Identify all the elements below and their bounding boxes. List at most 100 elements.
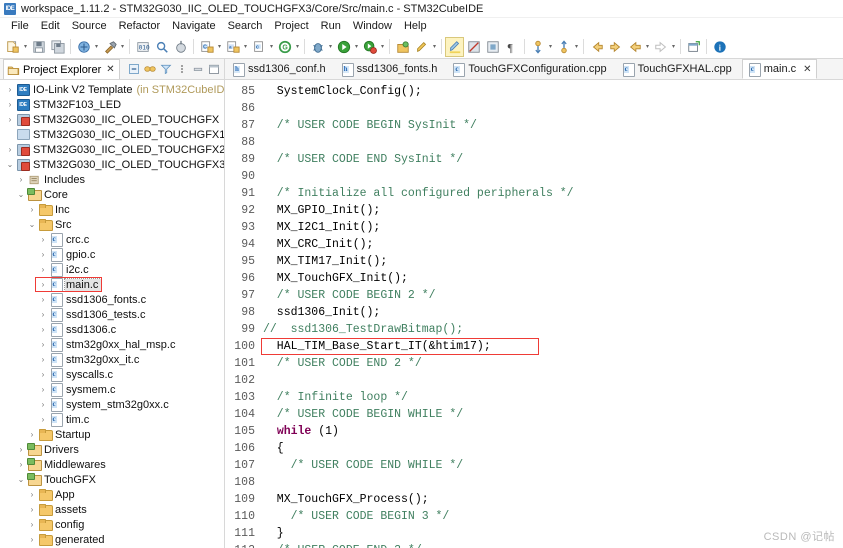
code-line[interactable]: /* USER CODE BEGIN 3 */ [259, 508, 843, 525]
tree-item-ssd1306-c[interactable]: › ssd1306.c [0, 322, 224, 337]
new-c-file-icon[interactable]: c [250, 38, 267, 56]
tree-item-app[interactable]: › App [0, 487, 224, 502]
code-line[interactable] [259, 372, 843, 389]
run-icon[interactable] [335, 38, 352, 56]
tree-item-crc-c[interactable]: › crc.c [0, 232, 224, 247]
chevron-right-icon[interactable]: › [37, 370, 49, 379]
toggle-block-icon[interactable] [484, 38, 501, 56]
filter-icon[interactable] [159, 62, 173, 76]
dropdown-arrow-icon[interactable]: ▾ [216, 38, 223, 56]
chevron-right-icon[interactable]: › [26, 430, 38, 439]
dropdown-arrow-icon[interactable]: ▾ [119, 38, 126, 56]
tree-item-ssd1306-fonts-c[interactable]: › ssd1306_fonts.c [0, 292, 224, 307]
chevron-right-icon[interactable]: › [15, 460, 27, 469]
editor-tab-main-c[interactable]: main.c ✕ [741, 59, 817, 79]
tree-item-stm32g030-iic-oled-touchgfx3[interactable]: ⌄ STM32G030_IIC_OLED_TOUCHGFX3 [0, 157, 224, 172]
chevron-right-icon[interactable]: › [37, 340, 49, 349]
dropdown-arrow-icon[interactable]: ▾ [644, 38, 651, 56]
tree-item-drivers[interactable]: › Drivers [0, 442, 224, 457]
chevron-right-icon[interactable]: › [37, 250, 49, 259]
code-line[interactable]: while (1) [259, 423, 843, 440]
project-tree[interactable]: ›IDEIO-Link V2 Template(in STM32CubeIDE)… [0, 80, 224, 548]
code-line[interactable] [259, 474, 843, 491]
tree-item-ssd1306-tests-c[interactable]: › ssd1306_tests.c [0, 307, 224, 322]
menu-source[interactable]: Source [66, 18, 113, 35]
dropdown-arrow-icon[interactable]: ▾ [242, 38, 249, 56]
code-line[interactable]: /* USER CODE BEGIN WHILE */ [259, 406, 843, 423]
skip-breakpoints-icon[interactable] [465, 38, 482, 56]
chevron-right-icon[interactable]: › [37, 235, 49, 244]
code-line[interactable] [259, 168, 843, 185]
chevron-right-icon[interactable]: › [37, 325, 49, 334]
binary-icon[interactable]: 010 [134, 38, 151, 56]
chevron-right-icon[interactable]: › [26, 520, 38, 529]
highlight-icon[interactable] [445, 36, 464, 57]
chevron-down-icon[interactable]: ⌄ [15, 190, 27, 199]
tree-item-io-link-v2-template[interactable]: ›IDEIO-Link V2 Template(in STM32CubeIDE) [0, 82, 224, 97]
code-line[interactable]: { [259, 440, 843, 457]
code-line[interactable]: /* Infinite loop */ [259, 389, 843, 406]
code-line[interactable]: /* USER CODE END 3 */ [259, 542, 843, 548]
menu-search[interactable]: Search [222, 18, 269, 35]
code-line[interactable]: MX_TIM17_Init(); [259, 253, 843, 270]
open-perspective-icon[interactable] [394, 38, 411, 56]
chevron-down-icon[interactable]: ⌄ [15, 475, 27, 484]
tree-item-middlewares[interactable]: › Middlewares [0, 457, 224, 472]
source-code[interactable]: SystemClock_Config(); /* USER CODE BEGIN… [259, 80, 843, 548]
debug-bug-icon[interactable] [309, 38, 326, 56]
tree-item-assets[interactable]: › assets [0, 502, 224, 517]
menu-file[interactable]: File [5, 18, 35, 35]
tree-item-touchgfx[interactable]: ⌄ TouchGFX [0, 472, 224, 487]
view-menu-icon[interactable] [175, 62, 189, 76]
tab-project-explorer[interactable]: Project Explorer ✕ [3, 59, 120, 79]
dropdown-arrow-icon[interactable]: ▾ [294, 38, 301, 56]
new-window-icon[interactable] [685, 38, 702, 56]
code-line[interactable] [259, 100, 843, 117]
chevron-right-icon[interactable]: › [4, 85, 16, 94]
tree-item-inc[interactable]: › Inc [0, 202, 224, 217]
dropdown-arrow-icon[interactable]: ▾ [547, 38, 554, 56]
code-line[interactable]: /* Initialize all configured peripherals… [259, 185, 843, 202]
chevron-right-icon[interactable]: › [4, 100, 16, 109]
tree-item-stm32g0xx-hal-msp-c[interactable]: › stm32g0xx_hal_msp.c [0, 337, 224, 352]
tree-item-syscalls-c[interactable]: › syscalls.c [0, 367, 224, 382]
debug-config-icon[interactable] [172, 38, 189, 56]
editor-tab-touchgfxhal-cpp[interactable]: TouchGFXHAL.cpp [617, 59, 742, 79]
code-line[interactable]: HAL_TIM_Base_Start_IT(&htim17); [259, 338, 843, 355]
dropdown-arrow-icon[interactable]: ▾ [573, 38, 580, 56]
tree-item-generated[interactable]: › generated [0, 532, 224, 547]
editor-tab-ssd1306-conf-h[interactable]: ssd1306_conf.h [227, 59, 336, 79]
tree-item-src[interactable]: ⌄ Src [0, 217, 224, 232]
chevron-right-icon[interactable]: › [15, 445, 27, 454]
chevron-right-icon[interactable]: › [37, 280, 49, 289]
menu-edit[interactable]: Edit [35, 18, 66, 35]
pilcrow-icon[interactable]: ¶ [503, 38, 520, 56]
tree-item-stm32g030-iic-oled-touchgfx2[interactable]: › STM32G030_IIC_OLED_TOUCHGFX2 [0, 142, 224, 157]
code-line[interactable] [259, 134, 843, 151]
new-file-icon[interactable] [4, 38, 21, 56]
chevron-right-icon[interactable]: › [37, 295, 49, 304]
dropdown-arrow-icon[interactable]: ▾ [353, 38, 360, 56]
dropdown-arrow-icon[interactable]: ▾ [670, 38, 677, 56]
tree-item-i2c-c[interactable]: › i2c.c [0, 262, 224, 277]
tree-item-core[interactable]: ⌄ Core [0, 187, 224, 202]
new-cpp-class-icon[interactable]: a [224, 38, 241, 56]
code-line[interactable]: } [259, 525, 843, 542]
close-icon[interactable]: ✕ [803, 64, 811, 75]
search-icon[interactable] [153, 38, 170, 56]
code-line[interactable]: MX_GPIO_Init(); [259, 202, 843, 219]
menu-project[interactable]: Project [268, 18, 314, 35]
chevron-right-icon[interactable]: › [37, 265, 49, 274]
new-g-icon[interactable]: G [276, 38, 293, 56]
tree-item-stm32g030-iic-oled-touchgfx[interactable]: › STM32G030_IIC_OLED_TOUCHGFX [0, 112, 224, 127]
dropdown-arrow-icon[interactable]: ▾ [93, 38, 100, 56]
code-line[interactable]: MX_I2C1_Init(); [259, 219, 843, 236]
tree-item-stm32g0xx-it-c[interactable]: › stm32g0xx_it.c [0, 352, 224, 367]
chevron-right-icon[interactable]: › [37, 385, 49, 394]
build-hammer-icon[interactable] [101, 38, 118, 56]
code-line[interactable]: /* USER CODE BEGIN 2 */ [259, 287, 843, 304]
tree-item-system-stm32g0xx-c[interactable]: › system_stm32g0xx.c [0, 397, 224, 412]
forward-icon[interactable] [607, 38, 624, 56]
dropdown-arrow-icon[interactable]: ▾ [379, 38, 386, 56]
tree-item-tim-c[interactable]: › tim.c [0, 412, 224, 427]
